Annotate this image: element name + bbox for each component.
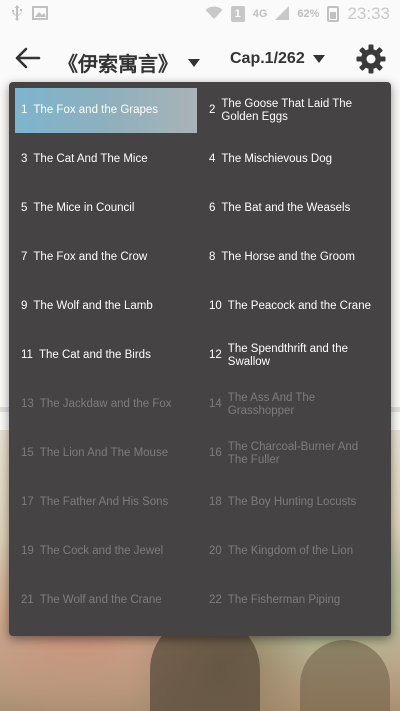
chapter-number: 11 [21, 349, 33, 361]
chapter-title: The Kingdom of the Lion [227, 545, 354, 557]
battery-percent: 62% [297, 8, 320, 20]
chapter-number: 4 [209, 153, 216, 165]
chapter-number: 12 [209, 349, 222, 361]
chapter-item[interactable]: 12 The Spendthrift and the Swallow [203, 333, 385, 378]
chapter-number: 5 [21, 202, 28, 214]
chapter-number: 14 [209, 398, 222, 410]
chapter-number: 16 [209, 447, 222, 459]
network-type-label: 4G [252, 8, 268, 20]
chapter-number: 13 [21, 398, 34, 410]
status-right: 1 4G 62% 23:33 [205, 4, 390, 24]
signal-icon [275, 5, 290, 23]
chapter-item: 14 The Ass And The Grasshopper [203, 382, 385, 427]
chapter-item[interactable]: 9 The Wolf and the Lamb [15, 284, 197, 329]
chapter-title: The Peacock and the Crane [227, 300, 371, 312]
chapter-title: The Mischievous Dog [221, 153, 332, 165]
chapter-number: 20 [209, 545, 222, 557]
chapter-item: 15 The Lion And The Mouse [15, 431, 197, 476]
caret-down-icon [188, 56, 200, 70]
chapter-item[interactable]: 11 The Cat and the Birds [15, 333, 197, 378]
book-title-dropdown[interactable]: 《伊索寓言》 [58, 48, 200, 77]
chapter-selector[interactable]: Cap.1/262 [230, 50, 325, 68]
chapter-item: 17 The Father And His Sons [15, 480, 197, 525]
book-title: 《伊索寓言》 [58, 52, 178, 76]
chapter-number: 22 [209, 594, 222, 606]
chapter-title: The Fox and the Grapes [33, 104, 159, 116]
chapter-number: 8 [209, 251, 216, 263]
chapter-title: The Cat and the Birds [38, 349, 151, 361]
chapter-title: The Charcoal-Burner And The Fuller [227, 440, 359, 466]
chapter-number: 10 [209, 300, 222, 312]
chapter-title: The Cock and the Jewel [39, 545, 164, 557]
chapter-title: The Fisherman Piping [227, 594, 341, 606]
chapter-item[interactable]: 5 The Mice in Council [15, 186, 197, 231]
chapter-grid: 1 The Fox and the Grapes 2 The Goose That L… [15, 88, 385, 623]
chapter-title: The Jackdaw and the Fox [39, 398, 172, 410]
settings-button[interactable] [354, 44, 388, 78]
gear-icon [356, 44, 386, 79]
chapter-item: 21 The Wolf and the Crane [15, 578, 197, 623]
chapter-title: The Wolf and the Crane [39, 594, 162, 606]
chapter-number: 2 [209, 104, 216, 116]
chapter-item[interactable]: 10 The Peacock and the Crane [203, 284, 385, 329]
chapter-title: The Horse and the Groom [221, 251, 355, 263]
chapter-title: The Goose That Laid The Golden Eggs [221, 97, 353, 123]
chapter-item[interactable]: 8 The Horse and the Groom [203, 235, 385, 280]
chapter-number: 21 [21, 594, 34, 606]
chapter-item[interactable]: 7 The Fox and the Crow [15, 235, 197, 280]
chapter-item: 20 The Kingdom of the Lion [203, 529, 385, 574]
chapter-dropdown-menu: 1 The Fox and the Grapes 2 The Goose That L… [9, 82, 391, 636]
chapter-title: The Fox and the Crow [33, 251, 148, 263]
wifi-icon [205, 5, 223, 23]
chapter-title: The Bat and the Weasels [221, 202, 351, 214]
illustration-arch [300, 640, 390, 711]
chapter-title: The Boy Hunting Locusts [227, 496, 357, 508]
clock-time: 23:33 [347, 4, 390, 23]
chapter-title: The Wolf and the Lamb [33, 300, 153, 312]
chapter-title: The Lion And The Mouse [39, 447, 169, 459]
chapter-item[interactable]: 2 The Goose That Laid The Golden Eggs [203, 88, 385, 133]
chapter-number: 7 [21, 251, 28, 263]
chapter-number: 1 [21, 104, 28, 116]
chapter-title: The Spendthrift and the Swallow [227, 342, 348, 368]
status-bar: 1 4G 62% 23:33 [0, 0, 400, 28]
chapter-item: 19 The Cock and the Jewel [15, 529, 197, 574]
chapter-title: The Cat And The Mice [33, 153, 148, 165]
chapter-item[interactable]: 3 The Cat And The Mice [15, 137, 197, 182]
chapter-title: The Ass And The Grasshopper [227, 391, 316, 417]
chapter-title: The Mice in Council [33, 202, 135, 214]
chapter-number: 18 [209, 496, 222, 508]
chapter-item[interactable]: 6 The Bat and the Weasels [203, 186, 385, 231]
chapter-title: The Father And His Sons [39, 496, 169, 508]
chapter-item[interactable]: 4 The Mischievous Dog [203, 137, 385, 182]
back-button[interactable] [12, 46, 44, 74]
chapter-item[interactable]: 1 The Fox and the Grapes [15, 88, 197, 133]
chapter-number: 6 [209, 202, 216, 214]
chapter-number: 19 [21, 545, 34, 557]
chapter-item: 16 The Charcoal-Burner And The Fuller [203, 431, 385, 476]
arrow-left-icon [15, 47, 41, 74]
chapter-number: 15 [21, 447, 34, 459]
chapter-number: 9 [21, 300, 28, 312]
image-icon [32, 5, 48, 23]
chapter-item: 13 The Jackdaw and the Fox [15, 382, 197, 427]
chapter-number: 17 [21, 496, 34, 508]
status-left [10, 4, 48, 24]
chapter-number: 3 [21, 153, 28, 165]
sim-badge: 1 [230, 6, 245, 22]
battery-charging-icon [327, 6, 340, 22]
chapter-item: 22 The Fisherman Piping [203, 578, 385, 623]
chapter-label: Cap.1/262 [230, 50, 305, 67]
chapter-item: 18 The Boy Hunting Locusts [203, 480, 385, 525]
caret-down-icon [312, 52, 325, 66]
usb-icon [10, 4, 24, 24]
